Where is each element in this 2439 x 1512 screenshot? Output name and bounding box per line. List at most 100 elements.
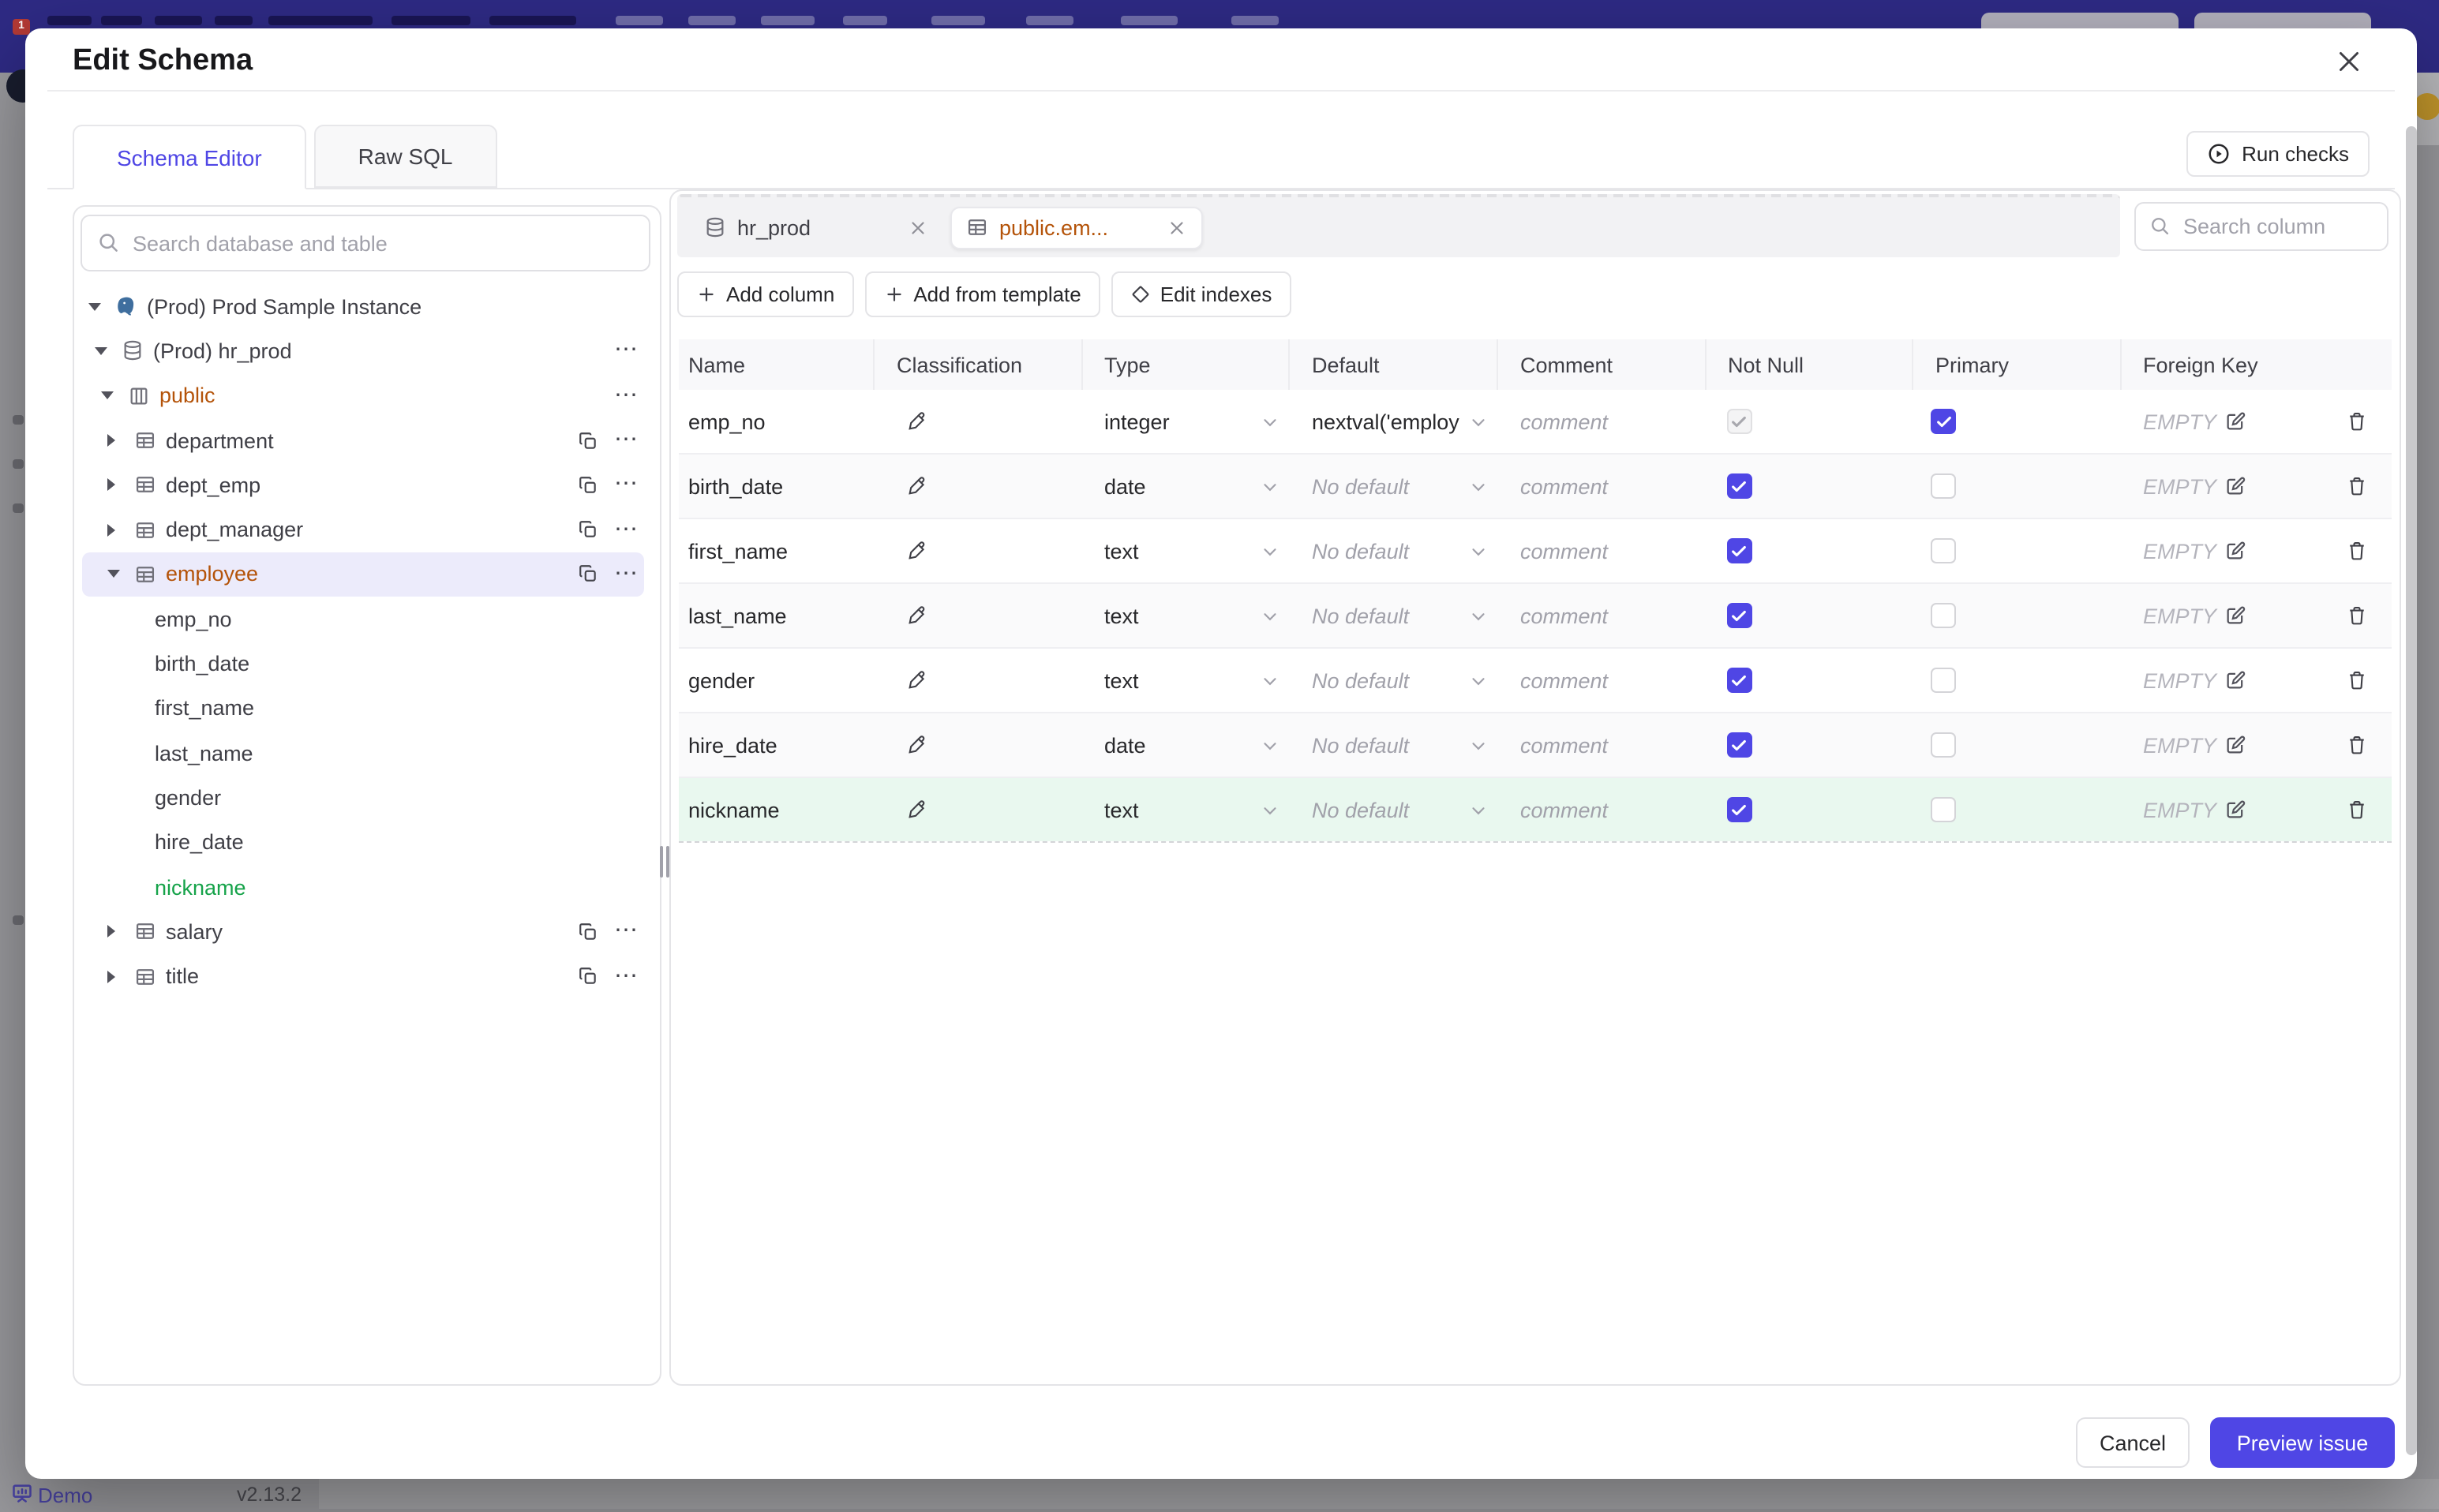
type-select[interactable]: date: [1082, 733, 1290, 757]
tree-item-employee[interactable]: employee ⋯: [74, 552, 660, 597]
edit-indexes-button[interactable]: Edit indexes: [1111, 271, 1291, 317]
delete-column-icon[interactable]: [2322, 410, 2392, 432]
caret-down-icon[interactable]: [101, 391, 114, 400]
type-select[interactable]: text: [1082, 798, 1290, 821]
delete-column-icon[interactable]: [2322, 604, 2392, 627]
caret-right-icon[interactable]: [107, 434, 115, 447]
delete-column-icon[interactable]: [2322, 734, 2392, 756]
caret-right-icon[interactable]: [107, 478, 115, 492]
tree-item--prod-prod-sample-instance[interactable]: (Prod) Prod Sample Instance: [74, 284, 660, 329]
search-column-input[interactable]: [2134, 201, 2388, 250]
classification-cell[interactable]: [875, 604, 1082, 627]
copy-icon[interactable]: [578, 966, 598, 986]
comment-input[interactable]: comment: [1498, 474, 1706, 498]
caret-slot[interactable]: [107, 434, 134, 447]
more-options-icon[interactable]: ⋯: [614, 339, 639, 362]
caret-slot[interactable]: [107, 570, 134, 578]
caret-slot[interactable]: [107, 478, 134, 492]
tab-schema-editor[interactable]: Schema Editor: [73, 125, 306, 189]
add-column-button[interactable]: Add column: [677, 271, 854, 317]
caret-down-icon[interactable]: [88, 302, 101, 311]
more-options-icon[interactable]: ⋯: [614, 964, 639, 987]
classification-cell[interactable]: [875, 410, 1082, 432]
type-select[interactable]: text: [1082, 668, 1290, 692]
more-options-icon[interactable]: ⋯: [614, 517, 639, 541]
primary-checkbox[interactable]: [1931, 603, 1956, 628]
delete-column-icon[interactable]: [2322, 669, 2392, 691]
caret-right-icon[interactable]: [107, 925, 115, 938]
edit-foreign-key-icon[interactable]: [2224, 669, 2246, 691]
classification-cell[interactable]: [875, 475, 1082, 497]
more-options-icon[interactable]: ⋯: [614, 919, 639, 943]
tree-item-title[interactable]: title ⋯: [74, 954, 660, 999]
tree-item-birth_date[interactable]: birth_date: [74, 642, 660, 687]
delete-column-icon[interactable]: [2322, 475, 2392, 497]
editor-tab-public.em...[interactable]: public.em...: [950, 206, 1203, 249]
not-null-checkbox[interactable]: [1726, 668, 1752, 693]
copy-icon[interactable]: [578, 475, 598, 496]
edit-foreign-key-icon[interactable]: [2224, 475, 2246, 497]
edit-foreign-key-icon[interactable]: [2224, 540, 2246, 562]
tree-item-hire_date[interactable]: hire_date: [74, 820, 660, 865]
default-select[interactable]: No default: [1290, 798, 1498, 821]
comment-input[interactable]: comment: [1498, 798, 1706, 821]
tree-item-last_name[interactable]: last_name: [74, 731, 660, 776]
edit-foreign-key-icon[interactable]: [2224, 604, 2246, 627]
classification-cell[interactable]: [875, 799, 1082, 821]
caret-slot[interactable]: [88, 302, 115, 311]
more-options-icon[interactable]: ⋯: [614, 473, 639, 496]
comment-input[interactable]: comment: [1498, 539, 1706, 563]
editor-tab-hr_prod[interactable]: hr_prod: [690, 206, 942, 249]
primary-checkbox[interactable]: [1931, 797, 1956, 822]
caret-slot[interactable]: [95, 346, 122, 355]
default-select[interactable]: nextval('employ: [1290, 410, 1498, 433]
type-select[interactable]: date: [1082, 474, 1290, 498]
tree-item--prod-hr_prod[interactable]: (Prod) hr_prod ⋯: [74, 329, 660, 374]
not-null-checkbox[interactable]: [1726, 538, 1752, 563]
tree-item-dept_emp[interactable]: dept_emp ⋯: [74, 462, 660, 507]
comment-input[interactable]: comment: [1498, 668, 1706, 692]
column-name[interactable]: emp_no: [679, 410, 875, 433]
column-name[interactable]: birth_date: [679, 474, 875, 498]
primary-checkbox[interactable]: [1931, 409, 1956, 434]
demo-badge[interactable]: Demo: [38, 1484, 92, 1507]
column-name[interactable]: last_name: [679, 604, 875, 627]
close-tab-icon[interactable]: [1167, 217, 1187, 238]
copy-icon[interactable]: [578, 922, 598, 942]
copy-icon[interactable]: [578, 564, 598, 585]
primary-checkbox[interactable]: [1931, 732, 1956, 758]
type-select[interactable]: text: [1082, 539, 1290, 563]
tab-raw-sql[interactable]: Raw SQL: [313, 125, 497, 188]
default-select[interactable]: No default: [1290, 604, 1498, 627]
edit-foreign-key-icon[interactable]: [2224, 410, 2246, 432]
preview-issue-button[interactable]: Preview issue: [2210, 1417, 2395, 1468]
column-name[interactable]: gender: [679, 668, 875, 692]
default-select[interactable]: No default: [1290, 733, 1498, 757]
more-options-icon[interactable]: ⋯: [614, 562, 639, 586]
primary-checkbox[interactable]: [1931, 538, 1956, 563]
add-from-template-button[interactable]: Add from template: [864, 271, 1100, 317]
cancel-button[interactable]: Cancel: [2076, 1417, 2190, 1468]
caret-down-icon[interactable]: [107, 570, 120, 578]
search-database-input[interactable]: [81, 215, 650, 271]
edit-foreign-key-icon[interactable]: [2224, 799, 2246, 821]
type-select[interactable]: integer: [1082, 410, 1290, 433]
delete-column-icon[interactable]: [2322, 540, 2392, 562]
copy-icon[interactable]: [578, 430, 598, 451]
tree-item-nickname[interactable]: nickname: [74, 865, 660, 910]
caret-slot[interactable]: [107, 970, 134, 983]
caret-right-icon[interactable]: [107, 523, 115, 537]
not-null-checkbox[interactable]: [1726, 409, 1752, 434]
classification-cell[interactable]: [875, 540, 1082, 562]
close-tab-icon[interactable]: [908, 217, 928, 238]
caret-slot[interactable]: [107, 925, 134, 938]
caret-slot[interactable]: [101, 391, 128, 400]
dialog-scrollbar[interactable]: [2405, 126, 2416, 1455]
default-select[interactable]: No default: [1290, 539, 1498, 563]
tree-item-department[interactable]: department ⋯: [74, 418, 660, 463]
column-name[interactable]: first_name: [679, 539, 875, 563]
comment-input[interactable]: comment: [1498, 733, 1706, 757]
tree-item-public[interactable]: public ⋯: [74, 373, 660, 418]
default-select[interactable]: No default: [1290, 474, 1498, 498]
run-checks-button[interactable]: Run checks: [2186, 131, 2370, 177]
